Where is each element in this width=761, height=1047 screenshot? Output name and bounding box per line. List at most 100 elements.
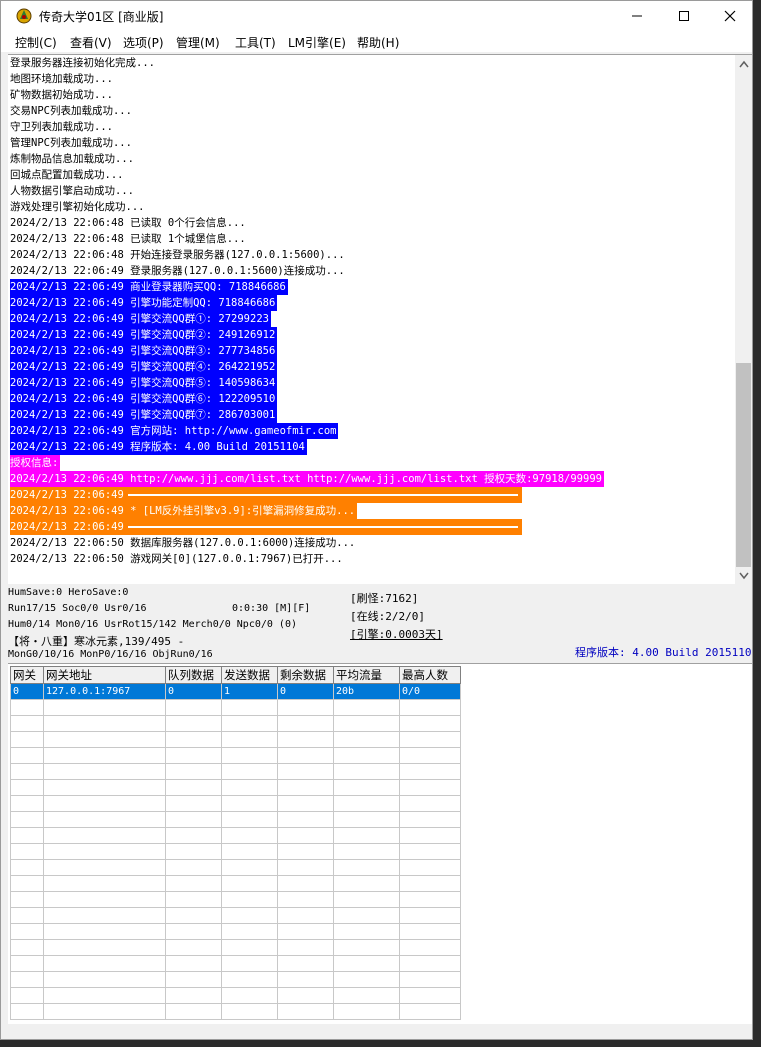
menu-help[interactable]: 帮助(H) — [357, 34, 399, 51]
empty-cell — [43, 907, 166, 924]
status-engine[interactable]: [引擎:0.0003天] — [350, 626, 443, 642]
log-line: 2024/2/13 22:06:49 — [10, 519, 734, 535]
log-line-text: 2024/2/13 22:06:49 登录服务器(127.0.0.1:5600)… — [10, 265, 345, 277]
col-avg-traffic[interactable]: 平均流量 — [333, 666, 400, 684]
empty-cell — [10, 907, 44, 924]
gateway-table[interactable]: 网关 网关地址 队列数据 发送数据 剩余数据 平均流量 最高人数 0 127.0… — [10, 666, 461, 1020]
table-row[interactable] — [10, 875, 461, 892]
menu-manage[interactable]: 管理(M) — [176, 34, 220, 51]
menu-options[interactable]: 选项(P) — [123, 34, 164, 51]
empty-cell — [221, 811, 278, 828]
empty-cell — [165, 859, 222, 876]
table-row[interactable] — [10, 827, 461, 844]
log-line-text: 2024/2/13 22:06:49 引擎交流QQ群③: 277734856 — [10, 343, 278, 359]
empty-cell — [277, 939, 334, 956]
minimize-button[interactable] — [614, 1, 660, 31]
log-line-text: 2024/2/13 22:06:49 引擎交流QQ群②: 249126912 — [10, 327, 278, 343]
empty-cell — [333, 939, 400, 956]
col-send-data[interactable]: 发送数据 — [221, 666, 278, 684]
table-row[interactable] — [10, 891, 461, 908]
empty-cell — [277, 731, 334, 748]
empty-cell — [333, 891, 400, 908]
log-line: 2024/2/13 22:06:50 游戏网关[0](127.0.0.1:796… — [10, 551, 734, 567]
empty-cell — [399, 827, 461, 844]
log-output[interactable]: 登录服务器连接初始化完成... 地图环境加载成功... 矿物数据初始成功... 交易N… — [8, 54, 752, 584]
table-row[interactable] — [10, 843, 461, 860]
empty-cell — [165, 699, 222, 716]
table-row[interactable] — [10, 747, 461, 764]
status-uptime: 0:0:30 [M][F] — [232, 603, 311, 614]
empty-cell — [221, 891, 278, 908]
empty-cell — [43, 731, 166, 748]
table-row[interactable] — [10, 763, 461, 780]
status-panel: HumSave:0 HeroSave:0 Run17/15 Soc0/0 Usr… — [8, 586, 752, 661]
scroll-thumb[interactable] — [736, 363, 751, 567]
empty-cell — [333, 875, 400, 892]
empty-cell — [333, 859, 400, 876]
status-hum: Hum0/14 Mon0/16 UsrRot15/142 Merch0/0 Np… — [8, 619, 297, 630]
empty-cell — [10, 1003, 44, 1020]
col-gateway-address[interactable]: 网关地址 — [43, 666, 166, 684]
scroll-down-button[interactable] — [735, 567, 752, 584]
table-row[interactable] — [10, 795, 461, 812]
log-line: 2024/2/13 22:06:49 引擎交流QQ群⑦: 286703001 — [10, 407, 734, 423]
empty-cell — [399, 939, 461, 956]
empty-cell — [333, 795, 400, 812]
empty-cell — [399, 779, 461, 796]
chevron-down-icon — [738, 572, 749, 579]
log-line-text: 2024/2/13 22:06:49 引擎交流QQ群④: 264221952 — [10, 359, 278, 375]
table-row[interactable] — [10, 955, 461, 972]
empty-cell — [399, 763, 461, 780]
table-row[interactable] — [10, 731, 461, 748]
table-row[interactable] — [10, 987, 461, 1004]
log-line-text: 矿物数据初始成功... — [10, 89, 113, 101]
log-line-text: 守卫列表加载成功... — [10, 121, 113, 133]
table-row[interactable] — [10, 923, 461, 940]
menu-control[interactable]: 控制(C) — [15, 34, 57, 51]
table-row[interactable] — [10, 811, 461, 828]
log-line: 2024/2/13 22:06:49 引擎交流QQ群④: 264221952 — [10, 359, 734, 375]
table-row[interactable] — [10, 971, 461, 988]
close-icon — [724, 10, 736, 22]
empty-cell — [43, 859, 166, 876]
table-row[interactable] — [10, 859, 461, 876]
menu-view[interactable]: 查看(V) — [70, 34, 112, 51]
col-queue-data[interactable]: 队列数据 — [165, 666, 222, 684]
table-row[interactable] — [10, 715, 461, 732]
log-line-text: 2024/2/13 22:06:49 商业登录器购买QQ: 718846686 — [10, 279, 288, 295]
table-row[interactable] — [10, 939, 461, 956]
empty-cell — [221, 731, 278, 748]
col-gateway[interactable]: 网关 — [10, 666, 44, 684]
empty-cell — [43, 843, 166, 860]
maximize-button[interactable] — [661, 1, 707, 31]
log-line-text: 炼制物品信息加载成功... — [10, 153, 134, 165]
empty-cell — [221, 795, 278, 812]
maximize-icon — [679, 11, 689, 21]
title-bar[interactable]: 传奇大学01区 [商业版] — [1, 1, 752, 31]
close-button[interactable] — [707, 1, 752, 31]
empty-cell — [221, 875, 278, 892]
empty-cell — [10, 939, 44, 956]
col-remaining-data[interactable]: 剩余数据 — [277, 666, 334, 684]
table-row[interactable] — [10, 1003, 461, 1020]
log-line: 游戏处理引擎初始化成功... — [10, 199, 734, 215]
col-max-users[interactable]: 最高人数 — [399, 666, 461, 684]
empty-cell — [10, 923, 44, 940]
menu-lm-engine[interactable]: LM引擎(E) — [288, 34, 346, 51]
table-row[interactable] — [10, 907, 461, 924]
table-row[interactable] — [10, 699, 461, 716]
menu-tools[interactable]: 工具(T) — [235, 34, 276, 51]
table-row[interactable]: 0 127.0.0.1:7967 0 1 0 20b 0/0 — [10, 683, 461, 700]
empty-cell — [399, 699, 461, 716]
empty-cell — [399, 843, 461, 860]
cell-send: 1 — [221, 683, 278, 700]
cell-avg: 20b — [333, 683, 400, 700]
scroll-up-button[interactable] — [735, 55, 752, 72]
empty-cell — [165, 939, 222, 956]
log-scrollbar[interactable] — [735, 55, 752, 584]
empty-cell — [43, 875, 166, 892]
cell-remaining: 0 — [277, 683, 334, 700]
empty-cell — [10, 859, 44, 876]
empty-cell — [277, 747, 334, 764]
table-row[interactable] — [10, 779, 461, 796]
